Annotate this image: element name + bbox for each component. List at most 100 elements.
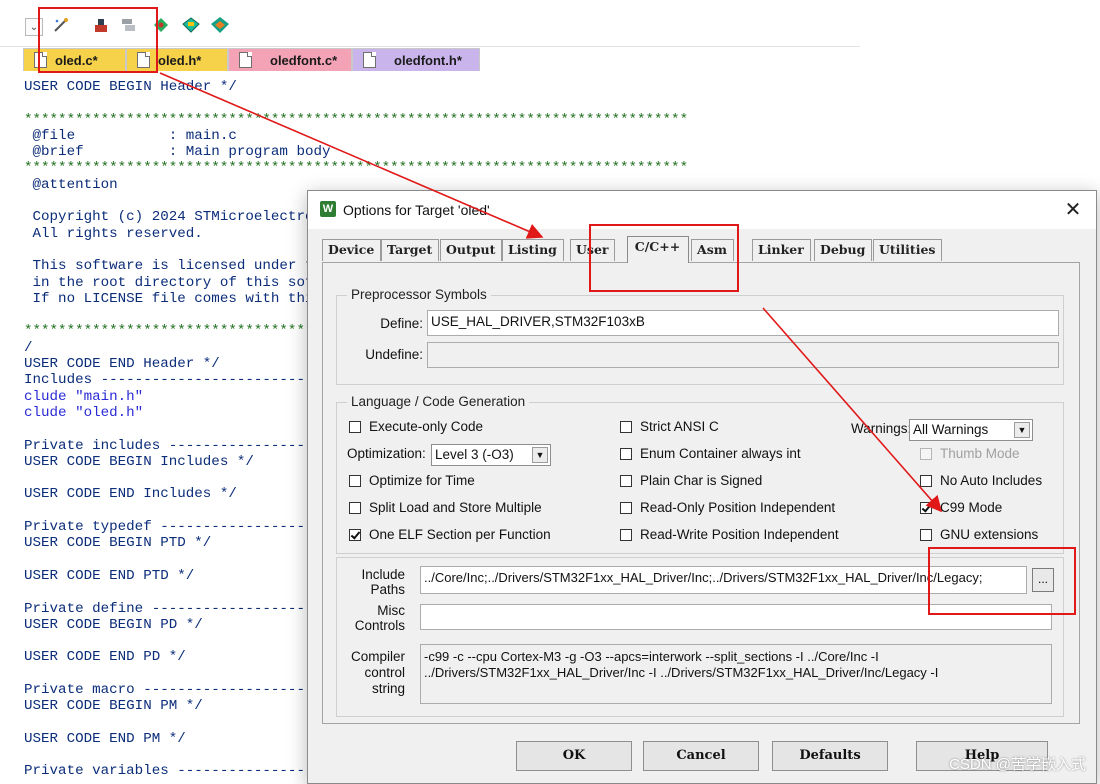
checkbox-label: One ELF Section per Function <box>369 527 551 542</box>
split-load-checkbox[interactable]: Split Load and Store Multiple <box>349 500 542 515</box>
ok-button[interactable]: OK <box>516 741 632 771</box>
no-auto-includes-checkbox[interactable]: No Auto Includes <box>920 473 1042 488</box>
checkbox-label: C99 Mode <box>940 500 1003 515</box>
compiler-label-line2: control <box>364 665 405 680</box>
code-line: @brief : Main program body <box>24 144 331 161</box>
file-tab-oledfont-h[interactable]: oledfont.h* <box>352 48 480 71</box>
gnu-extensions-checkbox[interactable]: GNU extensions <box>920 527 1038 542</box>
file-tab-oledfont-c[interactable]: oledfont.c* <box>228 48 352 71</box>
file-tab-oled-c[interactable]: oled.c* <box>23 48 126 71</box>
check-icon <box>349 528 361 541</box>
tab-c-cpp[interactable]: C/C++ <box>627 236 689 263</box>
include-label-line2: Paths <box>370 582 405 597</box>
dialog-title: Options for Target 'oled' <box>343 202 490 218</box>
wand-icon[interactable] <box>51 15 71 35</box>
warnings-value: All Warnings <box>913 422 989 437</box>
chevron-down-icon: ▼ <box>1014 422 1030 438</box>
target-options-icon[interactable] <box>91 15 111 35</box>
checkbox-label: Plain Char is Signed <box>640 473 763 488</box>
cancel-button[interactable]: Cancel <box>643 741 759 771</box>
strict-ansi-checkbox[interactable]: Strict ANSI C <box>620 419 719 434</box>
compiler-line-1: -c99 -c --cpu Cortex-M3 -g -O3 --apcs=in… <box>424 649 879 664</box>
manage-icon[interactable] <box>119 15 139 35</box>
dropdown-icon[interactable]: ⌄ <box>25 18 43 36</box>
check-icon <box>920 501 932 514</box>
undefine-input[interactable] <box>427 342 1059 368</box>
optimization-select[interactable]: Level 3 (-O3) ▼ <box>431 444 551 466</box>
preprocessor-group-title: Preprocessor Symbols <box>347 287 491 302</box>
language-group: Language / Code Generation Execute-only … <box>336 394 1064 554</box>
keil-app-icon: W <box>320 201 336 217</box>
plain-char-checkbox[interactable]: Plain Char is Signed <box>620 473 762 488</box>
thumb-mode-checkbox[interactable]: Thumb Mode <box>920 446 1020 461</box>
compiler-label-line1: Compiler <box>350 649 405 664</box>
checkbox-box <box>349 420 361 433</box>
checkbox-label: Read-Write Position Independent <box>640 527 839 542</box>
chevron-down-icon: ▼ <box>532 447 548 463</box>
optimize-time-checkbox[interactable]: Optimize for Time <box>349 473 475 488</box>
checkbox-label: Thumb Mode <box>940 446 1020 461</box>
file-tab-oled-h[interactable]: oled.h* <box>126 48 228 71</box>
checkbox-label: GNU extensions <box>940 527 1039 542</box>
close-button[interactable]: ✕ <box>1060 197 1086 223</box>
defaults-button[interactable]: Defaults <box>772 741 888 771</box>
checkbox-label: Strict ANSI C <box>640 419 719 434</box>
file-tab-label: oledfont.h* <box>394 52 462 68</box>
checkbox-label: Split Load and Store Multiple <box>369 500 542 515</box>
warnings-label: Warnings: <box>851 421 912 436</box>
compiler-string-label: Compiler control string <box>341 649 405 697</box>
optimization-value: Level 3 (-O3) <box>435 447 514 462</box>
tab-user[interactable]: User <box>570 239 616 261</box>
checkbox-label: Read-Only Position Independent <box>640 500 836 515</box>
ide-toolbar: ⌄ <box>0 8 860 47</box>
diamond-teal-icon[interactable] <box>181 15 201 35</box>
ro-position-checkbox[interactable]: Read-Only Position Independent <box>620 500 835 515</box>
tab-device[interactable]: Device <box>322 239 382 261</box>
rw-position-checkbox[interactable]: Read-Write Position Independent <box>620 527 839 542</box>
include-group: Include Paths ../Core/Inc;../Drivers/STM… <box>336 557 1064 717</box>
misc-label-line1: Misc <box>377 603 405 618</box>
language-group-title: Language / Code Generation <box>347 394 530 409</box>
tab-listing[interactable]: Listing <box>502 239 564 261</box>
tab-target[interactable]: Target <box>381 239 440 261</box>
define-label: Define: <box>380 316 423 331</box>
file-icon <box>34 52 47 68</box>
tab-debug[interactable]: Debug <box>814 239 873 261</box>
code-line: @file : main.c <box>24 127 237 144</box>
compiler-control-string: -c99 -c --cpu Cortex-M3 -g -O3 --apcs=in… <box>420 644 1052 704</box>
tab-linker[interactable]: Linker <box>752 239 811 261</box>
define-input[interactable]: USE_HAL_DRIVER,STM32F103xB <box>427 310 1059 336</box>
execute-only-checkbox[interactable]: Execute-only Code <box>349 419 483 434</box>
code-line: USER CODE BEGIN Header */ <box>24 79 237 95</box>
pack-installer-icon[interactable] <box>210 15 230 35</box>
file-tab-label: oledfont.c* <box>270 52 338 68</box>
tab-utilities[interactable]: Utilities <box>873 239 943 261</box>
misc-label-line2: Controls <box>354 618 405 633</box>
tab-asm[interactable]: Asm <box>691 239 734 261</box>
enum-container-checkbox[interactable]: Enum Container always int <box>620 446 801 461</box>
browse-button[interactable]: ... <box>1032 568 1054 592</box>
watermark: CSDN @苦学嵌入式 <box>949 756 1086 773</box>
diamond-green-icon[interactable] <box>151 15 171 35</box>
c99-mode-checkbox[interactable]: C99 Mode <box>920 500 1002 515</box>
dialog-titlebar: W Options for Target 'oled' ✕ <box>308 191 1096 229</box>
file-icon <box>363 52 376 68</box>
file-icon <box>137 52 150 68</box>
file-tab-label: oled.c* <box>55 52 98 68</box>
misc-controls-label: Misc Controls <box>341 603 405 633</box>
warnings-select[interactable]: All Warnings ▼ <box>909 419 1033 441</box>
file-tab-label: oled.h* <box>158 52 202 68</box>
misc-controls-input[interactable] <box>420 604 1052 630</box>
file-tab-strip: oled.c* oled.h* oledfont.c* oledfont.h* <box>0 47 860 73</box>
undefine-label: Undefine: <box>365 347 423 362</box>
checkbox-label: Enum Container always int <box>640 446 801 461</box>
tab-panel-c-cpp: Preprocessor Symbols Define: USE_HAL_DRI… <box>322 262 1080 724</box>
compiler-line-2: ../Drivers/STM32F1xx_HAL_Driver/Inc -I .… <box>424 665 939 680</box>
one-elf-checkbox[interactable]: One ELF Section per Function <box>349 527 551 542</box>
checkbox-label: No Auto Includes <box>940 473 1043 488</box>
checkbox-label: Execute-only Code <box>369 419 484 434</box>
include-paths-input[interactable]: ../Core/Inc;../Drivers/STM32F1xx_HAL_Dri… <box>420 566 1027 594</box>
preprocessor-group: Preprocessor Symbols Define: USE_HAL_DRI… <box>336 287 1064 385</box>
tab-output[interactable]: Output <box>440 239 503 261</box>
